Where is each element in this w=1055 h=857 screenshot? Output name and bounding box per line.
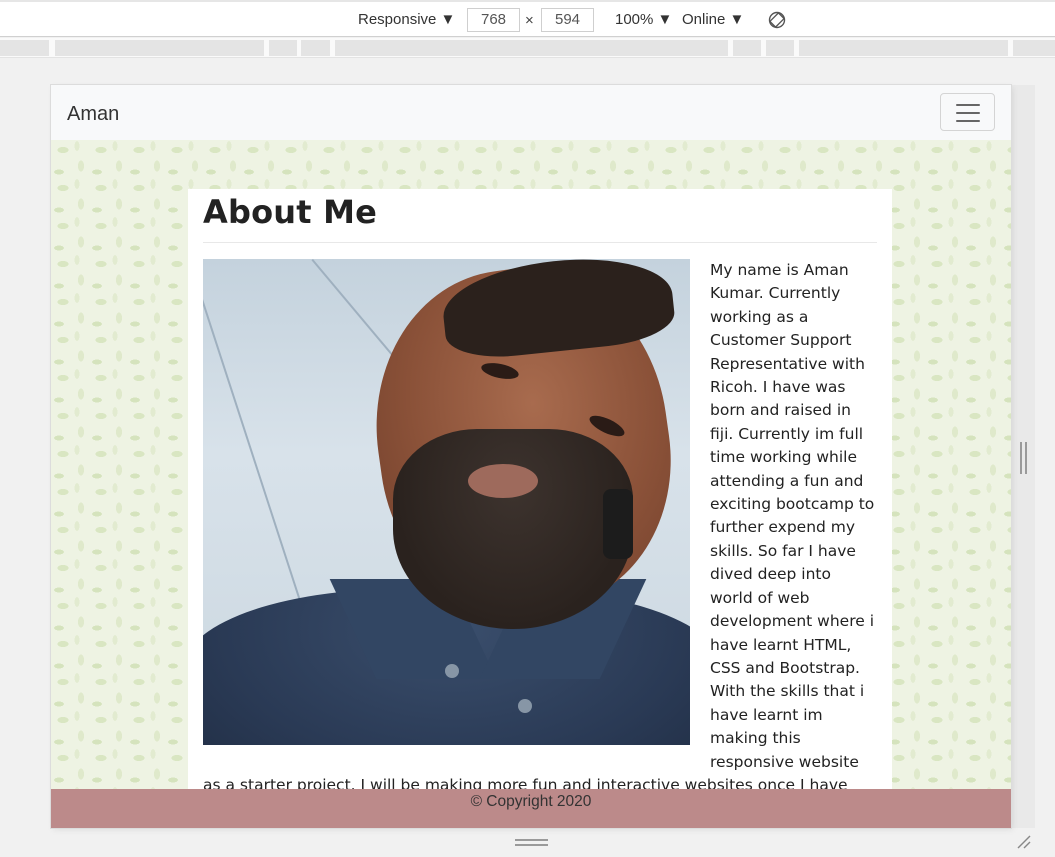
resize-handle-bottom[interactable] [515,839,548,846]
device-toolbar: Responsive ▼ 768 × 594 100% ▼ Online ▼ [0,0,1055,37]
media-query-bar [0,38,1055,58]
copyright-text: © Copyright 2020 [470,793,592,810]
page-title: About Me [203,193,378,231]
device-viewport: Aman About Me My name is Aman Kumar. Cur… [51,85,1011,828]
network-throttle-select[interactable]: Online ▼ [682,11,744,28]
dimension-separator: × [525,12,534,29]
about-section: About Me My name is Aman Kumar. Currentl… [188,189,892,791]
rotate-icon[interactable] [768,11,786,29]
zoom-select[interactable]: 100% ▼ [615,11,672,28]
footer: © Copyright 2020 [51,789,1011,828]
navbar-brand[interactable]: Aman [67,103,119,126]
device-mode-select[interactable]: Responsive ▼ [358,11,455,28]
navbar: Aman [51,85,1011,140]
bio-paragraph: My name is Aman Kumar. Currently working… [203,261,875,791]
width-input[interactable]: 768 [467,8,520,32]
resize-handle-right[interactable] [1020,442,1027,474]
divider [203,242,877,243]
resize-corner-icon[interactable] [1016,834,1032,850]
navbar-toggler-button[interactable] [940,93,995,131]
height-input[interactable]: 594 [541,8,594,32]
